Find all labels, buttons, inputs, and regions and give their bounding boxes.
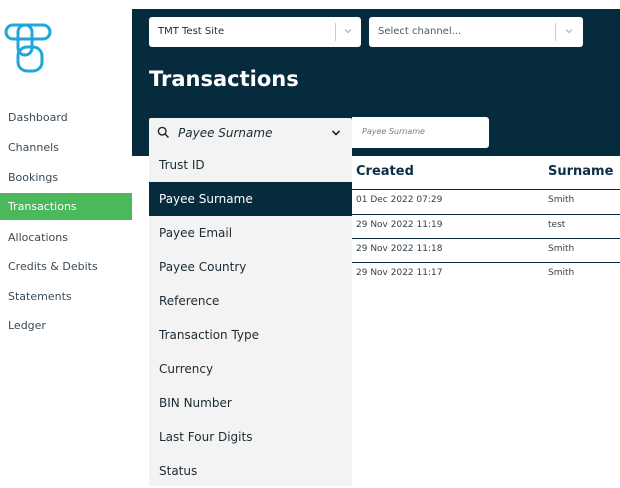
site-select[interactable]: TMT Test Site [149,17,361,47]
sidebar-item-channels[interactable]: Channels [0,134,132,161]
chevron-down-icon [565,29,573,34]
cell-surname: Smith [548,244,575,254]
row-divider [352,238,620,239]
chevron-down-icon [331,130,341,136]
filter-field-value: Payee Surname [178,126,273,140]
filter-field-dropdown: Trust ID Payee Surname Payee Email Payee… [149,148,352,486]
main-content: TMT Test Site Select channel... Transact… [132,0,620,486]
search-icon [157,126,170,139]
cell-created: 29 Nov 2022 11:18 [356,244,443,254]
site-select-value: TMT Test Site [158,26,225,37]
dropdown-option-payee-email[interactable]: Payee Email [149,216,352,250]
select-divider [555,23,556,41]
table-row[interactable]: 29 Nov 2022 11:17 Smith [352,262,620,286]
row-divider [352,214,620,215]
sidebar-item-dashboard[interactable]: Dashboard [0,104,132,131]
channel-select[interactable]: Select channel... [369,17,583,47]
dropdown-option-last-four-digits[interactable]: Last Four Digits [149,420,352,454]
dropdown-option-transaction-type[interactable]: Transaction Type [149,318,352,352]
dropdown-option-reference[interactable]: Reference [149,284,352,318]
cell-created: 01 Dec 2022 07:29 [356,195,443,205]
row-divider [352,189,620,190]
dropdown-option-payee-surname[interactable]: Payee Surname [149,182,352,216]
filter-field-select[interactable]: Payee Surname [149,118,352,148]
logo-icon [4,23,52,73]
sidebar: Dashboard Channels Bookings Transactions… [0,0,132,486]
sidebar-item-statements[interactable]: Statements [0,283,132,310]
dropdown-option-trust-id[interactable]: Trust ID [149,148,352,182]
cell-surname: Smith [548,195,575,205]
table-row[interactable]: 29 Nov 2022 11:18 Smith [352,238,620,262]
cell-surname: Smith [548,268,575,278]
table-row[interactable]: 29 Nov 2022 11:19 test [352,214,620,238]
dropdown-option-bin-number[interactable]: BIN Number [149,386,352,420]
sidebar-item-bookings[interactable]: Bookings [0,164,132,191]
page-title: Transactions [149,67,299,91]
chevron-down-icon [344,29,352,34]
column-header-surname[interactable]: Surname [548,164,613,179]
sidebar-item-allocations[interactable]: Allocations [0,224,132,251]
cell-created: 29 Nov 2022 11:17 [356,268,443,278]
row-divider [352,262,620,263]
filter-search-input[interactable]: Payee Surname [352,117,489,148]
dropdown-option-currency[interactable]: Currency [149,352,352,386]
select-divider [335,23,336,41]
dropdown-option-payee-country[interactable]: Payee Country [149,250,352,284]
column-header-created[interactable]: Created [356,164,414,179]
cell-created: 29 Nov 2022 11:19 [356,220,443,230]
dropdown-option-status[interactable]: Status [149,454,352,488]
sidebar-item-ledger[interactable]: Ledger [0,312,132,339]
sidebar-item-credits-debits[interactable]: Credits & Debits [0,253,132,280]
channel-select-placeholder: Select channel... [378,26,462,37]
filter-search-placeholder: Payee Surname [362,127,425,136]
sidebar-item-transactions[interactable]: Transactions [0,193,132,220]
cell-surname: test [548,220,566,230]
table-row[interactable]: 01 Dec 2022 07:29 Smith [352,189,620,213]
